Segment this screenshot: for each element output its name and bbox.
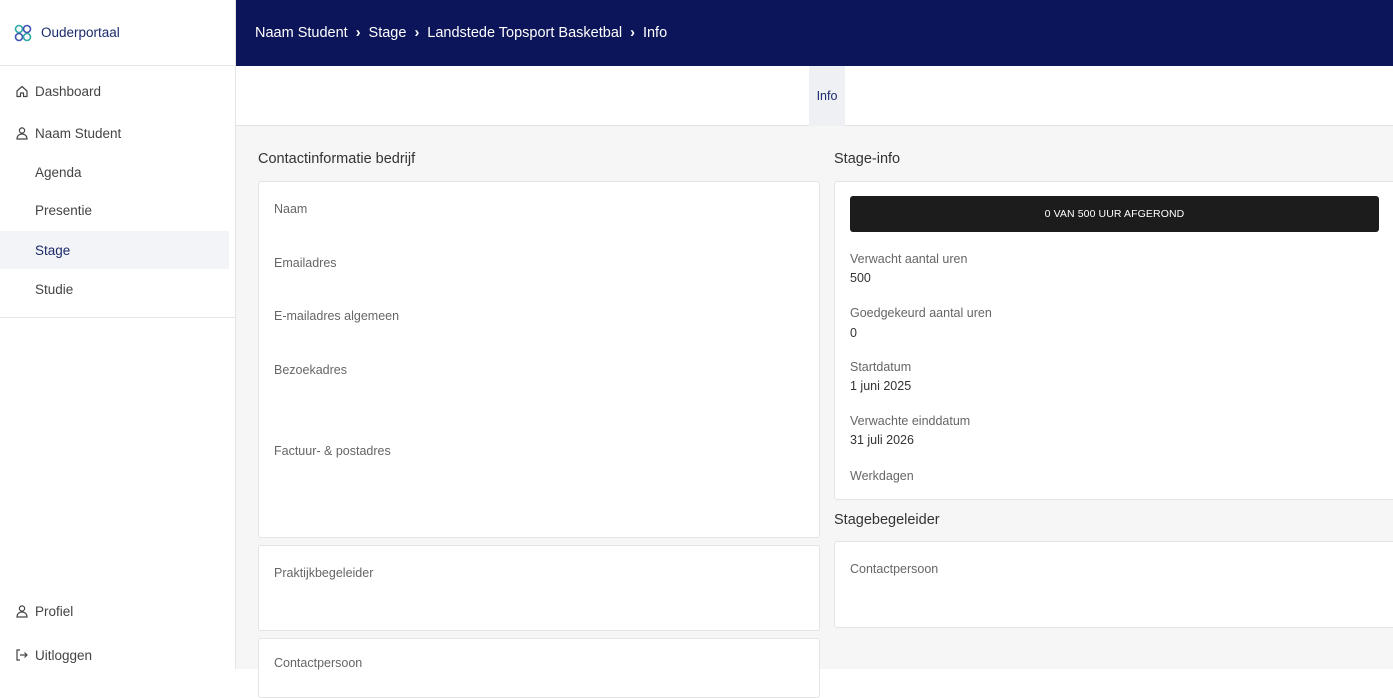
sidebar-item-presentie[interactable]: Presentie [0, 191, 229, 229]
tab-bar: Info [236, 66, 1393, 126]
sidebar-item-stage[interactable]: Stage [0, 231, 229, 269]
section-title-company: Contactinformatie bedrijf [258, 151, 416, 167]
breadcrumb-item-stage[interactable]: Stage [369, 25, 407, 41]
section-title-supervisor: Stagebegeleider [834, 512, 940, 528]
sidebar-item-naam-student[interactable]: Naam Student [0, 114, 229, 152]
company-info-card: Naam Emailadres E-mailadres algemeen Bez… [258, 181, 820, 538]
sidebar-item-label: Naam Student [35, 125, 122, 141]
sidebar-item-label: Agenda [35, 164, 82, 180]
end-date-label: Verwachte einddatum [850, 414, 971, 428]
field-label-bezoekadres: Bezoekadres [274, 363, 347, 377]
sidebar-item-studie[interactable]: Studie [0, 270, 229, 308]
start-date-value: 1 juni 2025 [850, 379, 912, 393]
sidebar-item-agenda[interactable]: Agenda [0, 153, 229, 191]
hours-progress-bar: 0 VAN 500 UUR AFGEROND [850, 196, 1379, 232]
sidebar: Ouderportaal Dashboard Naam Student Agen… [0, 0, 236, 669]
field-label-naam: Naam [274, 202, 308, 216]
breadcrumb: Naam Student › Stage › Landstede Topspor… [236, 0, 1393, 66]
breadcrumb-item-student[interactable]: Naam Student [255, 25, 348, 41]
supervisor-card: Contactpersoon [834, 541, 1393, 628]
approved-hours-value: 0 [850, 326, 857, 340]
tab-info[interactable]: Info [809, 66, 845, 126]
field-label-contactpersoon: Contactpersoon [274, 656, 363, 670]
sidebar-item-profiel[interactable]: Profiel [0, 592, 229, 630]
stage-info-card: 0 VAN 500 UUR AFGEROND Verwacht aantal u… [834, 181, 1393, 500]
logo-icon [13, 23, 33, 43]
sidebar-item-label: Dashboard [35, 83, 102, 99]
sidebar-divider [0, 317, 236, 318]
supervisor-contact-label: Contactpersoon [850, 562, 939, 576]
chevron-right-icon: › [630, 25, 635, 41]
expected-hours-label: Verwacht aantal uren [850, 252, 968, 266]
field-label-emailadres: Emailadres [274, 256, 337, 270]
main-content: Contactinformatie bedrijf Naam Emailadre… [236, 126, 1393, 698]
chevron-right-icon: › [355, 25, 361, 41]
praktijkbegeleider-card: Praktijkbegeleider [258, 545, 820, 631]
person-icon [15, 126, 29, 140]
person-icon [15, 604, 29, 618]
sidebar-item-label: Profiel [35, 603, 74, 619]
contactpersoon-card: Contactpersoon [258, 638, 820, 698]
section-title-stage: Stage-info [834, 151, 901, 167]
sidebar-item-label: Studie [35, 281, 74, 297]
sidebar-item-label: Uitloggen [35, 647, 93, 663]
approved-hours-label: Goedgekeurd aantal uren [850, 306, 992, 320]
chevron-right-icon: › [414, 25, 420, 41]
expected-hours-value: 500 [850, 271, 871, 285]
workdays-label: Werkdagen [850, 469, 914, 483]
end-date-value: 31 juli 2026 [850, 433, 914, 447]
field-label-factuuradres: Factuur- & postadres [274, 444, 391, 458]
field-label-praktijkbegeleider: Praktijkbegeleider [274, 566, 374, 580]
sidebar-item-label: Stage [35, 242, 71, 258]
sidebar-item-dashboard[interactable]: Dashboard [0, 72, 229, 110]
sidebar-item-label: Presentie [35, 202, 93, 218]
home-icon [15, 84, 29, 98]
breadcrumb-item-company[interactable]: Landstede Topsport Basketbal [427, 25, 622, 41]
sidebar-item-uitloggen[interactable]: Uitloggen [0, 636, 229, 674]
start-date-label: Startdatum [850, 360, 912, 374]
progress-label: 0 VAN 500 UUR AFGEROND [1044, 208, 1185, 220]
breadcrumb-item-current: Info [642, 25, 668, 41]
brand[interactable]: Ouderportaal [0, 0, 235, 66]
field-label-emailadres-algemeen: E-mailadres algemeen [274, 309, 400, 323]
brand-title: Ouderportaal [41, 25, 120, 40]
logout-icon [15, 648, 29, 662]
